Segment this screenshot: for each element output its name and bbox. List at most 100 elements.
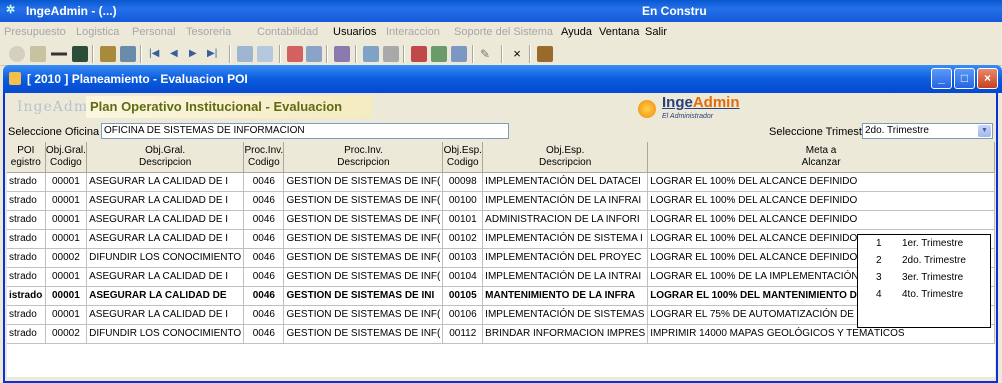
- table-cell[interactable]: 0046: [243, 229, 285, 249]
- close-button[interactable]: ×: [977, 68, 998, 89]
- key-icon[interactable]: [51, 46, 67, 62]
- table-cell[interactable]: 0046: [243, 305, 285, 325]
- table-cell[interactable]: IMPLEMENTACIÓN DEL DATACEI: [482, 172, 649, 192]
- edit-icon[interactable]: [334, 46, 350, 62]
- table-cell[interactable]: MANTENIMIENTO DE LA INFRA: [482, 286, 649, 306]
- menu-logistica[interactable]: Logistica: [76, 26, 119, 38]
- table-cell[interactable]: 0046: [243, 324, 285, 344]
- menu-soporte[interactable]: Soporte del Sistema: [454, 26, 553, 38]
- table-cell[interactable]: strado: [7, 229, 46, 249]
- col-header-meta[interactable]: Meta a Alcanzar: [647, 142, 995, 173]
- table-cell[interactable]: 00100: [442, 191, 484, 211]
- table-row[interactable]: strado 00001 ASEGURAR LA CALIDAD DE I 0046 G…: [7, 210, 995, 230]
- table-cell[interactable]: GESTION DE SISTEMAS DE INF(: [283, 267, 444, 287]
- table-row[interactable]: istrado 00001 ASEGURAR LA CALIDAD DE 0046 GE…: [7, 286, 995, 306]
- table-cell[interactable]: ASEGURAR LA CALIDAD DE I: [86, 210, 245, 230]
- table-row[interactable]: strado 00001 ASEGURAR LA CALIDAD DE I 0046 G…: [7, 267, 995, 287]
- table-cell[interactable]: 00104: [442, 267, 484, 287]
- table-cell[interactable]: ADMINISTRACION DE LA INFORI: [482, 210, 649, 230]
- col-header-objesp-codigo[interactable]: Obj.Esp. Codigo: [442, 142, 484, 173]
- minimize-button[interactable]: _: [931, 68, 952, 89]
- table-cell[interactable]: GESTION DE SISTEMAS DE INI: [283, 286, 444, 306]
- menu-interaccion[interactable]: Interaccion: [386, 26, 440, 38]
- menu-ventana[interactable]: Ventana: [599, 26, 639, 38]
- table-cell[interactable]: GESTION DE SISTEMAS DE INF(: [283, 324, 444, 344]
- table-cell[interactable]: 0046: [243, 248, 285, 268]
- table-cell[interactable]: strado: [7, 210, 46, 230]
- table-row[interactable]: strado 00002 DIFUNDIR LOS CONOCIMIENTO 0046…: [7, 248, 995, 268]
- table-cell[interactable]: IMPLEMENTACIÓN DEL PROYEC: [482, 248, 649, 268]
- first-record-icon[interactable]: |◀: [149, 46, 165, 62]
- table-cell[interactable]: strado: [7, 324, 46, 344]
- table-cell[interactable]: GESTION DE SISTEMAS DE INF(: [283, 191, 444, 211]
- table-cell[interactable]: 00001: [45, 267, 88, 287]
- table-cell[interactable]: 00001: [45, 305, 88, 325]
- save-icon[interactable]: [306, 46, 322, 62]
- bank-icon[interactable]: [100, 46, 116, 62]
- table-cell[interactable]: 00001: [45, 286, 88, 306]
- table-cell[interactable]: ASEGURAR LA CALIDAD DE I: [86, 172, 245, 192]
- table-cell[interactable]: 0046: [243, 172, 285, 192]
- table-cell[interactable]: BRINDAR INFORMACION IMPRES: [482, 324, 649, 344]
- table-row[interactable]: strado 00002 DIFUNDIR LOS CONOCIMIENTO 0046…: [7, 324, 995, 344]
- table-cell[interactable]: 00098: [442, 172, 484, 192]
- table-cell[interactable]: GESTION DE SISTEMAS DE INF(: [283, 172, 444, 192]
- table-cell[interactable]: 0046: [243, 267, 285, 287]
- table-cell[interactable]: 00001: [45, 210, 88, 230]
- prev-record-icon[interactable]: ◀: [170, 46, 186, 62]
- table-cell[interactable]: GESTION DE SISTEMAS DE INF(: [283, 305, 444, 325]
- table-cell[interactable]: GESTION DE SISTEMAS DE INF(: [283, 229, 444, 249]
- table-cell[interactable]: 00001: [45, 191, 88, 211]
- table-cell[interactable]: 0046: [243, 210, 285, 230]
- print-icon[interactable]: [383, 46, 399, 62]
- table-cell[interactable]: ASEGURAR LA CALIDAD DE: [86, 286, 245, 306]
- table-cell[interactable]: strado: [7, 267, 46, 287]
- table-cell[interactable]: GESTION DE SISTEMAS DE INF(: [283, 248, 444, 268]
- dropdown-option-4[interactable]: 4 4to. Trimestre: [858, 286, 990, 303]
- col-header-objgral-descripcion[interactable]: Obj.Gral. Descripcion: [86, 142, 245, 173]
- table-cell[interactable]: strado: [7, 248, 46, 268]
- close-x-icon[interactable]: ×: [509, 46, 525, 62]
- table-cell[interactable]: ASEGURAR LA CALIDAD DE I: [86, 191, 245, 211]
- grid-icon[interactable]: [120, 46, 136, 62]
- dropdown-option-3[interactable]: 3 3er. Trimestre: [858, 269, 990, 286]
- table-cell[interactable]: 00106: [442, 305, 484, 325]
- monitor-icon[interactable]: [72, 46, 88, 62]
- pencil-icon[interactable]: [411, 46, 427, 62]
- hand-icon[interactable]: ✎: [480, 46, 496, 62]
- col-header-procinv-descripcion[interactable]: Proc.Inv. Descripcion: [283, 142, 444, 173]
- col-header-objesp-descripcion[interactable]: Obj.Esp. Descripcion: [482, 142, 649, 173]
- table-cell[interactable]: 00102: [442, 229, 484, 249]
- table-cell[interactable]: 0046: [243, 286, 285, 306]
- col-header-objgral-codigo[interactable]: Obj.Gral. Codigo: [45, 142, 88, 173]
- menu-personal[interactable]: Personal: [132, 26, 175, 38]
- table-cell[interactable]: ASEGURAR LA CALIDAD DE I: [86, 305, 245, 325]
- table-cell[interactable]: 00001: [45, 229, 88, 249]
- link-icon[interactable]: [287, 46, 303, 62]
- new-document-icon[interactable]: [257, 46, 273, 62]
- chart-icon[interactable]: [451, 46, 467, 62]
- dropdown-option-1[interactable]: 1 1er. Trimestre: [858, 235, 990, 252]
- menu-salir[interactable]: Salir: [645, 26, 667, 38]
- table-cell[interactable]: DIFUNDIR LOS CONOCIMIENTO: [86, 248, 245, 268]
- table-cell[interactable]: strado: [7, 172, 46, 192]
- table-row[interactable]: strado 00001 ASEGURAR LA CALIDAD DE I 0046 G…: [7, 305, 995, 325]
- table-cell[interactable]: strado: [7, 191, 46, 211]
- menu-ayuda[interactable]: Ayuda: [561, 26, 592, 38]
- table-cell[interactable]: 00112: [442, 324, 484, 344]
- oficina-input[interactable]: OFICINA DE SISTEMAS DE INFORMACION: [101, 123, 509, 139]
- table-cell[interactable]: DIFUNDIR LOS CONOCIMIENTO: [86, 324, 245, 344]
- table-cell[interactable]: 00103: [442, 248, 484, 268]
- table-cell[interactable]: LOGRAR EL 100% DEL ALCANCE DEFINIDO: [647, 191, 995, 211]
- back-icon[interactable]: [9, 46, 25, 62]
- table-cell[interactable]: ASEGURAR LA CALIDAD DE I: [86, 229, 245, 249]
- table-cell[interactable]: 00101: [442, 210, 484, 230]
- table-cell[interactable]: GESTION DE SISTEMAS DE INF(: [283, 210, 444, 230]
- col-header-poi[interactable]: POI egistro: [7, 142, 46, 173]
- maximize-button[interactable]: □: [954, 68, 975, 89]
- menu-contabilidad[interactable]: Contabilidad: [257, 26, 318, 38]
- table-cell[interactable]: 0046: [243, 191, 285, 211]
- next-record-icon[interactable]: ▶: [189, 46, 205, 62]
- preview-icon[interactable]: [363, 46, 379, 62]
- table-cell[interactable]: 00001: [45, 172, 88, 192]
